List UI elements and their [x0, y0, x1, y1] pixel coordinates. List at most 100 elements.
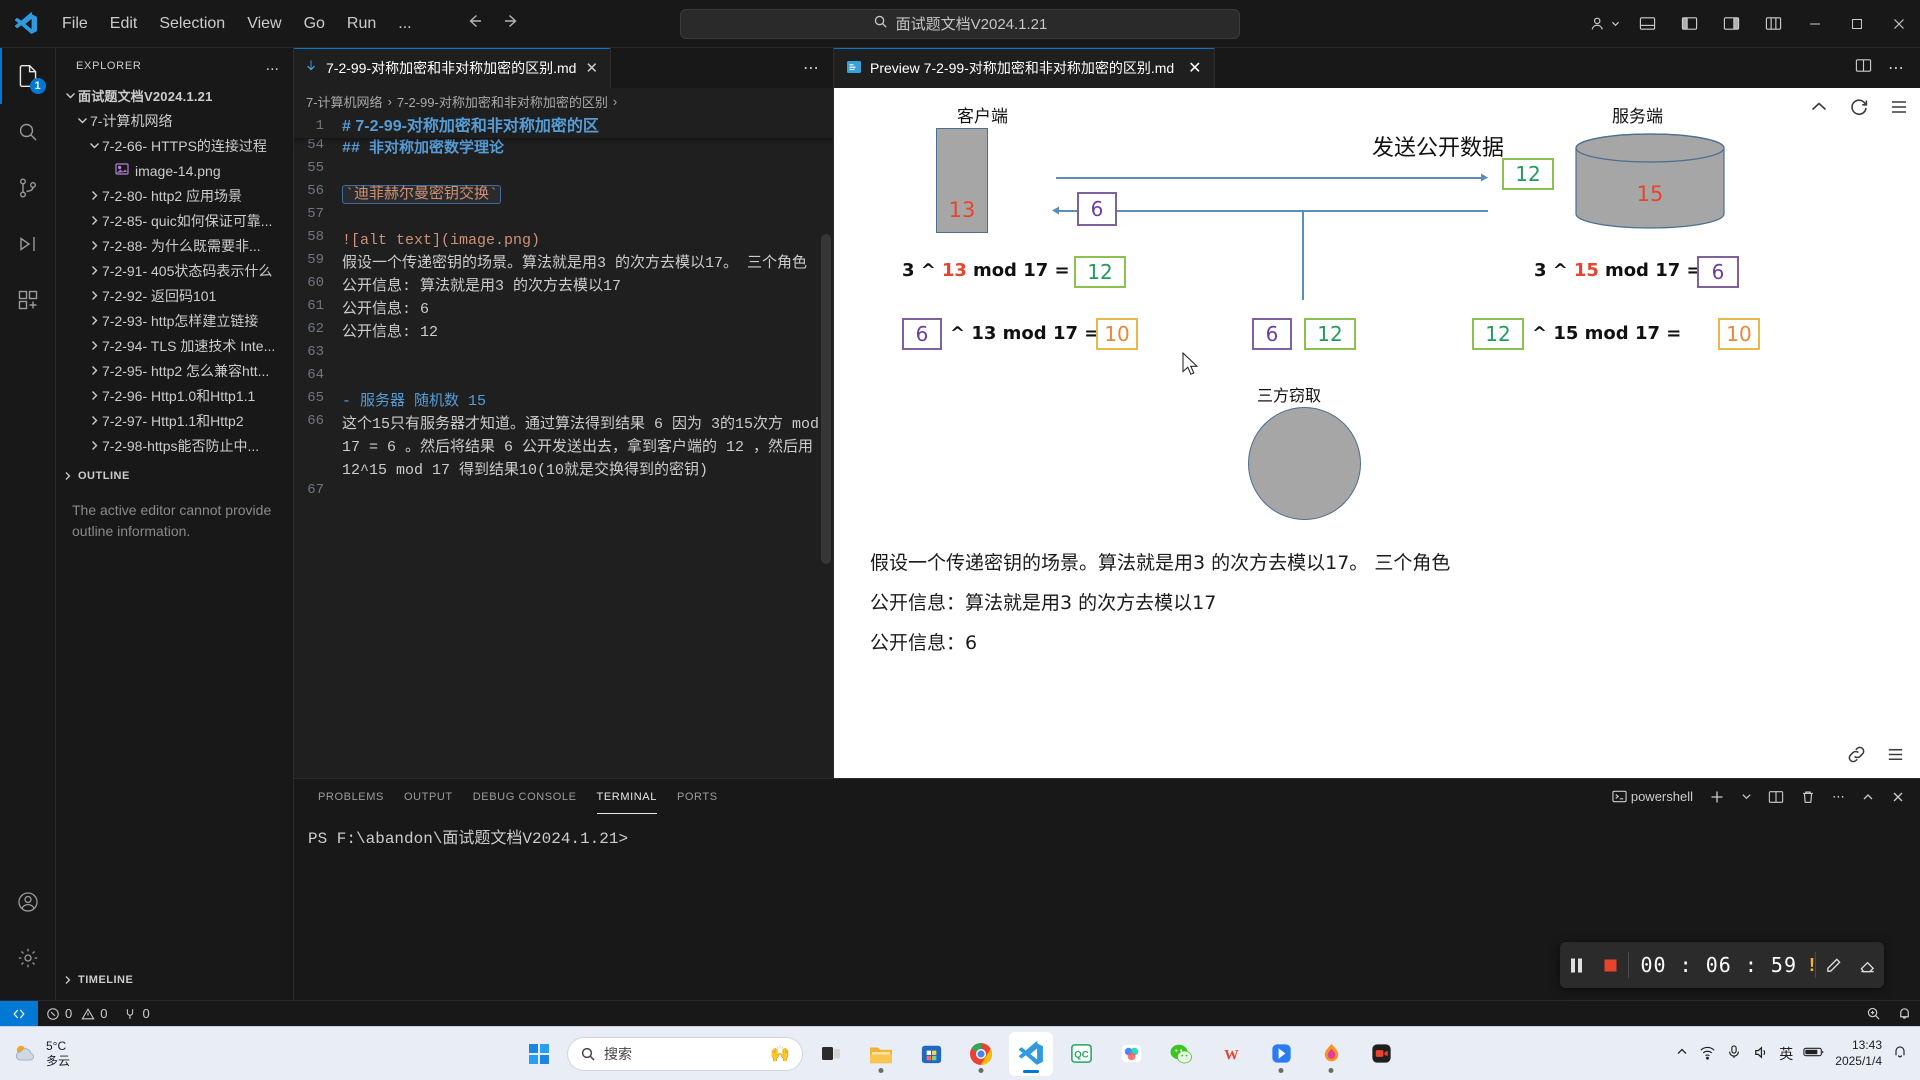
taskbar-visual-studio-code[interactable]: [1009, 1031, 1053, 1076]
taskbar-file-explorer[interactable]: [859, 1032, 903, 1076]
chevron-down-icon[interactable]: [74, 114, 90, 127]
editor-scrollbar-thumb[interactable]: [821, 234, 831, 564]
speaker-icon[interactable]: [1752, 1044, 1769, 1064]
outline-section-header[interactable]: OUTLINE: [56, 462, 293, 490]
chevron-right-icon[interactable]: [86, 214, 102, 227]
list-icon[interactable]: [1888, 96, 1910, 123]
status-problems[interactable]: 0 0: [38, 1001, 115, 1027]
taskbar-start-button[interactable]: [517, 1032, 561, 1076]
chevron-down-icon[interactable]: [1736, 788, 1757, 805]
chevron-down-icon[interactable]: [86, 139, 102, 152]
toggle-secondary-sidebar-icon[interactable]: [1710, 2, 1752, 46]
taskbar-task-view[interactable]: [809, 1032, 853, 1076]
eraser-icon[interactable]: [1850, 942, 1884, 988]
tab-markdown-file[interactable]: 7-2-99-对称加密和非对称加密的区别.md ✕: [294, 48, 612, 88]
stop-icon[interactable]: [1594, 942, 1628, 988]
remote-window-indicator[interactable]: [0, 1000, 38, 1027]
window-minimize-button[interactable]: [1794, 2, 1836, 46]
code-line[interactable]: 56 `迪菲赫尔曼密钥交换`: [294, 183, 833, 206]
code-line[interactable]: 67: [294, 482, 833, 505]
arrow-left-icon[interactable]: [464, 11, 484, 36]
toggle-panel-icon[interactable]: [1626, 2, 1668, 46]
breadcrumb-file[interactable]: 7-2-99-对称加密和非对称加密的区别: [397, 92, 608, 111]
tree-item[interactable]: 7-2-93- http怎样建立链接: [56, 308, 293, 333]
chevron-up-icon[interactable]: [1675, 1045, 1689, 1062]
code-line[interactable]: 61 公开信息: 6: [294, 298, 833, 321]
tab-close-icon[interactable]: ✕: [583, 59, 600, 77]
pause-icon[interactable]: [1560, 942, 1594, 988]
menu-view[interactable]: View: [237, 11, 291, 37]
taskbar-clock[interactable]: 13:43 2025/1/4: [1835, 1038, 1882, 1069]
code-line[interactable]: 65 - 服务器 随机数 15: [294, 390, 833, 413]
code-line[interactable]: 57: [294, 206, 833, 229]
code-line[interactable]: 58 ![alt text](image.png): [294, 229, 833, 252]
menu-selection[interactable]: Selection: [149, 11, 235, 37]
chevron-right-icon[interactable]: [86, 439, 102, 452]
split-editor-icon[interactable]: [1847, 57, 1880, 79]
tree-item[interactable]: 7-2-91- 405状态码表示什么: [56, 258, 293, 283]
more-actions-icon[interactable]: ⋯: [1880, 58, 1912, 78]
tree-item[interactable]: 7-2-97- Http1.1和Http2: [56, 408, 293, 433]
collapse-icon[interactable]: [1808, 96, 1830, 123]
new-terminal-icon[interactable]: [1704, 786, 1730, 808]
tree-item[interactable]: 7-2-80- http2 应用场景: [56, 183, 293, 208]
taskbar-weather-widget[interactable]: 5°C 多云: [0, 1039, 300, 1069]
menu-file[interactable]: File: [52, 11, 98, 37]
toggle-primary-sidebar-icon[interactable]: [1668, 2, 1710, 46]
chevron-right-icon[interactable]: [86, 339, 102, 352]
markdown-preview[interactable]: 客户端 服务端 13 15 发送公开数据 12 6 3 ^ 13 mod 17 …: [834, 88, 1920, 778]
pen-icon[interactable]: [1816, 942, 1850, 988]
chevron-right-icon[interactable]: [86, 289, 102, 302]
activity-item-run-and-debug[interactable]: [0, 216, 56, 272]
taskbar-wechat[interactable]: [1159, 1032, 1203, 1076]
panel-tab-debug-console[interactable]: DEBUG CONSOLE: [463, 779, 587, 814]
status-ports[interactable]: 0: [115, 1001, 157, 1027]
editor-scrollbar[interactable]: [819, 114, 833, 778]
code-line[interactable]: 64: [294, 367, 833, 390]
tree-item[interactable]: image-14.png: [56, 158, 293, 183]
tree-item[interactable]: 7-2-66- HTTPS的连接过程: [56, 133, 293, 158]
ime-indicator[interactable]: 英: [1779, 1044, 1793, 1064]
code-line[interactable]: 62 公开信息: 12: [294, 321, 833, 344]
activity-item-source-control[interactable]: [0, 160, 56, 216]
activity-item-manage[interactable]: [0, 930, 56, 986]
notification-bell-icon[interactable]: [1892, 1044, 1908, 1063]
tree-item[interactable]: 7-2-94- TLS 加速技术 Inte...: [56, 333, 293, 358]
arrow-right-icon[interactable]: [502, 11, 522, 36]
breadcrumb-folder[interactable]: 7-计算机网络: [306, 92, 383, 111]
tree-item[interactable]: 7-2-88- 为什么既需要非...: [56, 233, 293, 258]
maximize-panel-icon[interactable]: [1856, 787, 1880, 807]
tree-item[interactable]: 7-2-85- quic如何保证可靠...: [56, 208, 293, 233]
tree-item[interactable]: 7-2-96- Http1.0和Http1.1: [56, 383, 293, 408]
list-icon[interactable]: [1885, 744, 1906, 770]
status-zoom[interactable]: [1858, 1001, 1889, 1027]
code-line[interactable]: 54 ## 非对称加密数学理论: [294, 137, 833, 160]
taskbar-wps-office[interactable]: W: [1209, 1032, 1253, 1076]
link-icon[interactable]: [1846, 744, 1867, 770]
chevron-right-icon[interactable]: [86, 414, 102, 427]
more-actions-icon[interactable]: ⋯: [797, 58, 825, 78]
split-terminal-icon[interactable]: [1763, 786, 1789, 808]
tab-markdown-preview[interactable]: Preview 7-2-99-对称加密和非对称加密的区别.md ✕: [834, 48, 1215, 88]
mic-icon[interactable]: [1726, 1044, 1742, 1063]
panel-tab-terminal[interactable]: TERMINAL: [587, 779, 667, 814]
tree-item[interactable]: 7-2-92- 返回码101: [56, 283, 293, 308]
menu-go[interactable]: Go: [294, 11, 335, 37]
activity-item-search[interactable]: [0, 104, 56, 160]
customize-layout-icon[interactable]: [1752, 2, 1794, 46]
timeline-section-header[interactable]: TIMELINE: [56, 966, 133, 994]
chevron-right-icon[interactable]: [86, 264, 102, 277]
activity-item-explorer[interactable]: 1: [0, 48, 56, 104]
kill-terminal-icon[interactable]: [1795, 786, 1821, 808]
taskbar-google-chrome[interactable]: [959, 1032, 1003, 1076]
chevron-down-icon[interactable]: [62, 89, 78, 102]
chevron-right-icon[interactable]: [86, 189, 102, 202]
menu-run[interactable]: Run: [337, 11, 386, 37]
taskbar-feishu[interactable]: [1109, 1032, 1153, 1076]
menu-edit[interactable]: Edit: [100, 11, 148, 37]
code-editor[interactable]: 5354## 非对称加密数学理论5556`迪菲赫尔曼密钥交换`5758![alt…: [294, 114, 833, 778]
taskbar-app-blue[interactable]: [1259, 1032, 1303, 1076]
accounts-icon[interactable]: [1584, 2, 1626, 46]
sticky-scroll-line[interactable]: 1 # 7-2-99-对称加密和非对称加密的区: [294, 114, 833, 138]
tree-item[interactable]: 面试题文档V2024.1.21: [56, 83, 293, 108]
